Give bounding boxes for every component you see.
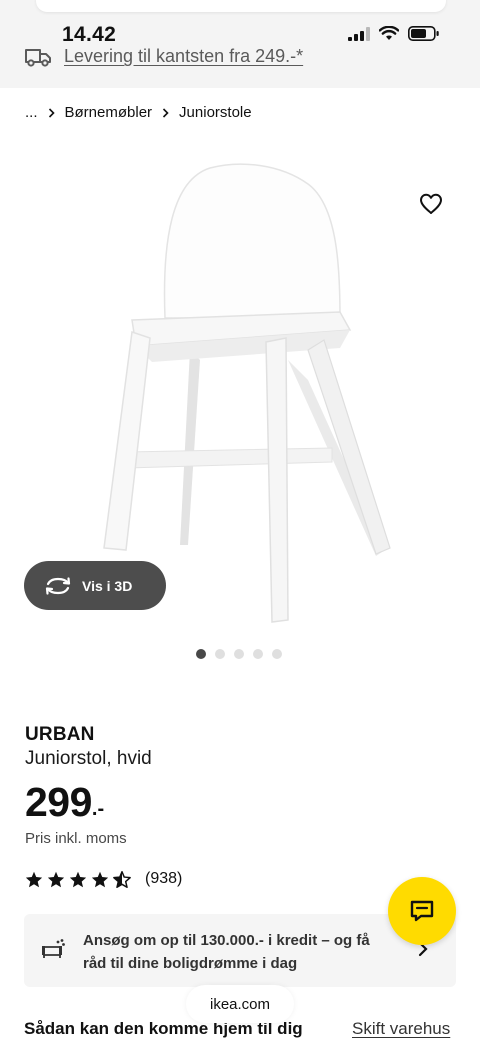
product-name: URBAN xyxy=(25,724,95,745)
truck-icon xyxy=(25,48,51,67)
star-icon xyxy=(47,871,65,887)
heart-icon xyxy=(420,193,442,214)
delivery-banner[interactable]: Levering til kantsten fra 249.-* xyxy=(24,46,303,67)
product-rating[interactable]: (938) xyxy=(25,870,182,888)
wifi-icon xyxy=(379,26,399,40)
gallery-dots xyxy=(196,649,282,659)
rotate-3d-icon xyxy=(45,576,71,595)
breadcrumb-item-juniorstole[interactable]: Juniorstole xyxy=(179,104,252,121)
gallery-dot-5[interactable] xyxy=(272,649,282,659)
gallery-dot-1[interactable] xyxy=(196,649,206,659)
status-time: 14.42 xyxy=(62,23,117,46)
breadcrumb-ellipsis[interactable]: ... xyxy=(25,104,38,121)
view-3d-button[interactable]: Vis i 3D xyxy=(24,561,166,610)
product-price: 299 .- xyxy=(25,778,104,826)
sofa-credit-icon xyxy=(42,939,65,958)
top-search-pill[interactable] xyxy=(36,0,446,12)
gallery-dot-3[interactable] xyxy=(234,649,244,659)
star-icon xyxy=(91,871,109,887)
favorite-button[interactable] xyxy=(413,186,449,222)
chat-bubble-icon xyxy=(410,900,434,922)
gallery-dot-4[interactable] xyxy=(253,649,263,659)
product-description: Juniorstol, hvid xyxy=(25,748,152,769)
credit-offer-text: Ansøg om op til 130.000.- i kredit – og … xyxy=(83,932,370,972)
change-store-link[interactable]: Skift varehus xyxy=(352,1019,450,1039)
gallery-dot-2[interactable] xyxy=(215,649,225,659)
view-3d-label: Vis i 3D xyxy=(82,577,133,594)
price-suffix: .- xyxy=(91,798,105,820)
breadcrumb-item-boernemoebler[interactable]: Børnemøbler xyxy=(65,104,153,121)
price-integer: 299 xyxy=(25,779,92,825)
chevron-right-icon xyxy=(48,107,55,118)
chat-button[interactable] xyxy=(388,877,456,945)
battery-icon xyxy=(408,26,439,41)
signal-icon xyxy=(348,26,370,41)
chevron-right-icon xyxy=(162,107,169,118)
price-note: Pris inkl. moms xyxy=(25,830,127,847)
delivery-banner-link[interactable]: Levering til kantsten fra 249.-* xyxy=(64,46,303,67)
browser-url-pill[interactable]: ikea.com xyxy=(186,985,294,1023)
star-icon xyxy=(69,871,87,887)
half-star-icon xyxy=(113,870,131,888)
rating-count[interactable]: (938) xyxy=(145,870,182,888)
star-icon xyxy=(25,871,43,887)
breadcrumb: ... Børnemøbler Juniorstole xyxy=(25,104,252,121)
status-icons xyxy=(348,26,440,41)
